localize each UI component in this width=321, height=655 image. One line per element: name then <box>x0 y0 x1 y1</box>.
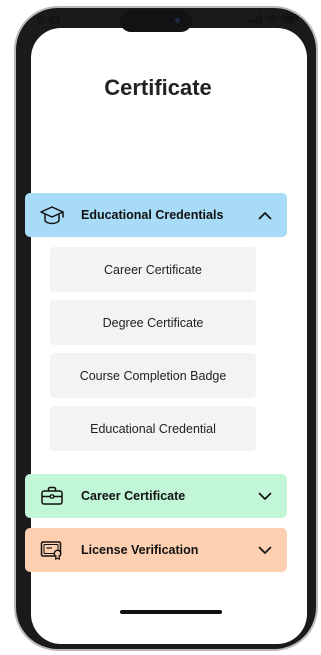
battery-icon <box>282 14 299 23</box>
status-icons <box>249 14 299 23</box>
signal-icon <box>249 14 262 23</box>
sub-item-course-completion-badge[interactable]: Course Completion Badge <box>50 353 256 398</box>
section-license-verification[interactable]: License Verification <box>25 528 287 572</box>
graduation-cap-icon <box>39 204 65 226</box>
section-label: License Verification <box>81 543 199 557</box>
section-career-certificate[interactable]: Career Certificate <box>25 474 287 518</box>
dynamic-island <box>120 10 192 32</box>
camera-icon <box>175 18 180 23</box>
home-indicator[interactable] <box>120 610 222 614</box>
sub-item-career-certificate[interactable]: Career Certificate <box>50 247 256 292</box>
sub-item-educational-credential[interactable]: Educational Credential <box>50 406 256 451</box>
briefcase-icon <box>39 485 65 507</box>
section-educational-credentials[interactable]: Educational Credentials <box>25 193 287 237</box>
sub-item-degree-certificate[interactable]: Degree Certificate <box>50 300 256 345</box>
page-title: Certificate <box>104 75 212 100</box>
wifi-icon <box>266 14 278 23</box>
section-label: Career Certificate <box>81 489 186 503</box>
status-time: 9:41 <box>37 13 62 27</box>
section-label: Educational Credentials <box>81 208 224 222</box>
certificate-icon <box>39 539 65 561</box>
chevron-down-icon[interactable] <box>257 542 273 558</box>
chevron-up-icon[interactable] <box>257 207 273 223</box>
chevron-down-icon[interactable] <box>257 488 273 504</box>
